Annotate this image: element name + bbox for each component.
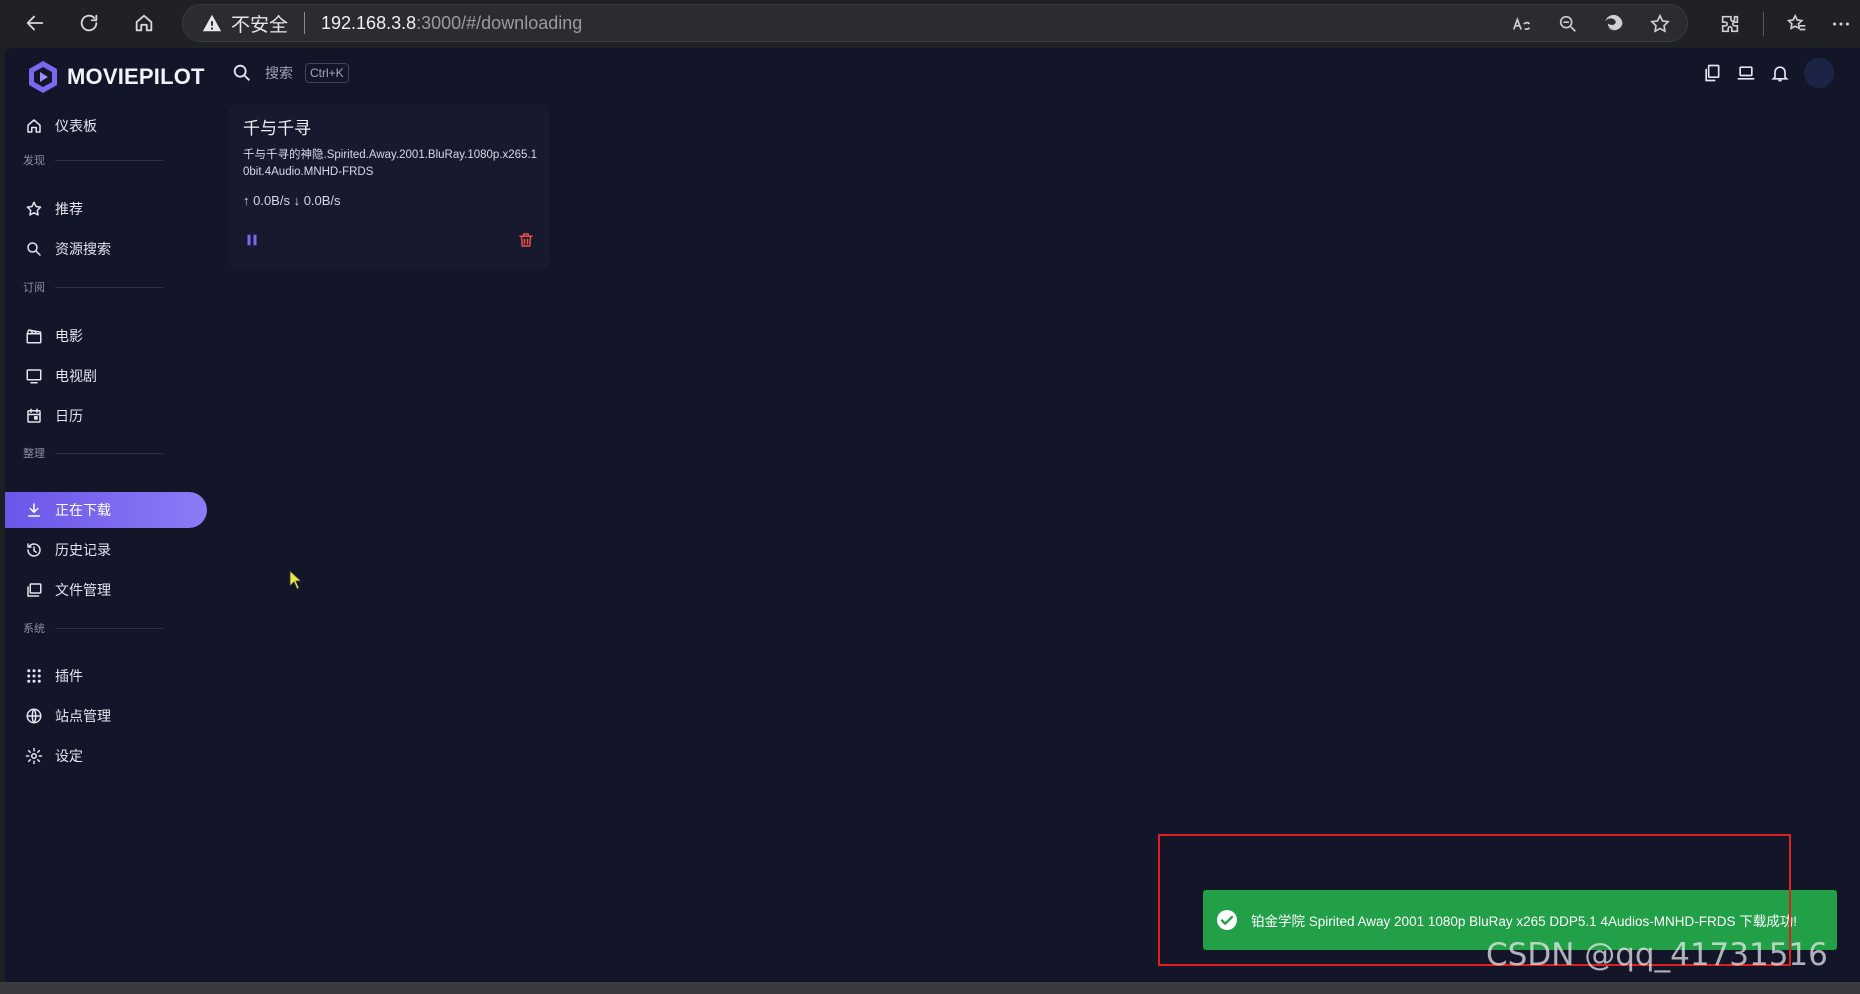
pause-button[interactable] [243, 231, 261, 254]
logo-text: MOVIEPILOT [67, 64, 205, 89]
browser-actions [1719, 5, 1852, 43]
search-shortcut: Ctrl+K [305, 63, 349, 83]
globe-icon [26, 708, 42, 724]
warning-icon [202, 14, 222, 32]
trash-icon [519, 232, 533, 247]
sidebar-item-label: 推荐 [55, 201, 83, 217]
sidebar-item-sites[interactable]: 站点管理 [5, 698, 207, 734]
more-icon[interactable] [1830, 13, 1852, 35]
history-icon [27, 543, 41, 557]
avatar[interactable] [1804, 58, 1834, 88]
arrow-left-icon [26, 15, 44, 31]
download-icon [28, 503, 40, 517]
sidebar-item-settings[interactable]: 设定 [5, 738, 207, 774]
laptop-icon[interactable] [1736, 63, 1756, 83]
sidebar-item-label: 电影 [55, 328, 83, 344]
delete-button[interactable] [517, 231, 535, 254]
sidebar-item-downloading[interactable]: 正在下载 [5, 492, 207, 528]
read-aloud-icon[interactable] [1511, 13, 1533, 35]
sidebar-item-movies[interactable]: 电影 [5, 318, 207, 354]
section-label: 整理 [23, 448, 45, 460]
refresh-icon [80, 14, 98, 32]
files-icon [27, 583, 42, 597]
sidebar-item-plugins[interactable]: 插件 [5, 658, 207, 694]
section-label: 发现 [23, 155, 45, 167]
section-manage: 整理 [23, 445, 163, 461]
url-path: :3000/#/downloading [416, 12, 583, 33]
search-icon [27, 242, 41, 256]
refresh-button[interactable] [70, 4, 108, 42]
sidebar: MOVIEPILOT 仪表板 发现 推荐 资源搜索 订阅 电影 电视剧 日历 整… [5, 48, 215, 982]
download-card: 千与千寻 千与千寻的神隐.Spirited.Away.2001.BluRay.1… [229, 104, 549, 270]
sidebar-item-label: 文件管理 [55, 582, 111, 598]
taskbar-strip [0, 982, 1860, 994]
section-label: 系统 [23, 623, 45, 635]
browser-toolbar: 不安全 192.168.3.8 :3000/#/downloading [0, 0, 1860, 48]
sidebar-item-label: 历史记录 [55, 542, 111, 558]
download-title: 千与千寻 [243, 119, 311, 138]
extensions-icon[interactable] [1719, 13, 1741, 35]
logo[interactable]: MOVIEPILOT [27, 60, 205, 94]
sidebar-item-resource-search[interactable]: 资源搜索 [5, 231, 207, 267]
section-label: 订阅 [23, 282, 45, 294]
sidebar-item-history[interactable]: 历史记录 [5, 532, 207, 568]
calendar-icon [27, 408, 41, 423]
sidebar-item-label: 电视剧 [55, 368, 97, 384]
security-indicator[interactable]: 不安全 [201, 10, 288, 37]
watermark: CSDN @qq_41731516 [1486, 937, 1828, 973]
sidebar-item-tv[interactable]: 电视剧 [5, 358, 207, 394]
search-trigger[interactable]: 搜索 Ctrl+K [231, 62, 349, 84]
favorite-star-icon[interactable] [1649, 13, 1671, 35]
search-placeholder: 搜索 [265, 65, 293, 81]
gear-icon [25, 747, 43, 765]
sidebar-item-label: 仪表板 [55, 118, 97, 134]
divider [1763, 12, 1764, 36]
address-bar-actions [1511, 5, 1671, 43]
star-icon [26, 201, 42, 216]
monitor-icon [26, 369, 42, 384]
home-button[interactable] [125, 4, 163, 42]
download-actions [243, 230, 535, 254]
topbar-actions [1702, 58, 1834, 88]
home-icon [27, 119, 41, 133]
logo-icon [29, 61, 57, 93]
sidebar-item-file-manager[interactable]: 文件管理 [5, 572, 207, 608]
sidebar-item-label: 设定 [55, 748, 83, 764]
edge-icon[interactable] [1603, 13, 1625, 35]
download-filename: 千与千寻的神隐.Spirited.Away.2001.BluRay.1080p.… [243, 149, 538, 178]
mouse-cursor-icon [289, 570, 303, 590]
sidebar-item-label: 正在下载 [55, 502, 111, 518]
sidebar-item-label: 站点管理 [55, 708, 111, 724]
bell-icon[interactable] [1770, 63, 1790, 83]
address-bar[interactable]: 不安全 192.168.3.8 :3000/#/downloading [182, 4, 1688, 42]
section-subscribe: 订阅 [23, 279, 163, 295]
divider [304, 12, 306, 34]
zoom-out-icon[interactable] [1557, 13, 1579, 35]
security-label: 不安全 [231, 14, 289, 36]
url-host: 192.168.3.8 [321, 12, 417, 33]
back-button[interactable] [16, 4, 54, 42]
pause-icon [247, 234, 257, 245]
sidebar-item-label: 日历 [55, 408, 83, 424]
sidebar-item-calendar[interactable]: 日历 [5, 398, 207, 434]
sidebar-item-label: 资源搜索 [55, 241, 111, 257]
download-speed: ↑ 0.0B/s ↓ 0.0B/s [243, 193, 341, 208]
section-discover: 发现 [23, 152, 163, 168]
search-icon [233, 64, 250, 81]
favorites-icon[interactable] [1786, 13, 1808, 35]
home-icon [135, 14, 153, 32]
sidebar-item-dashboard[interactable]: 仪表板 [5, 108, 207, 144]
sidebar-item-recommend[interactable]: 推荐 [5, 191, 207, 227]
clapperboard-icon [26, 329, 42, 344]
sidebar-item-label: 插件 [55, 668, 83, 684]
grid-icon [27, 669, 41, 683]
section-system: 系统 [23, 620, 163, 636]
copy-icon[interactable] [1702, 63, 1722, 83]
